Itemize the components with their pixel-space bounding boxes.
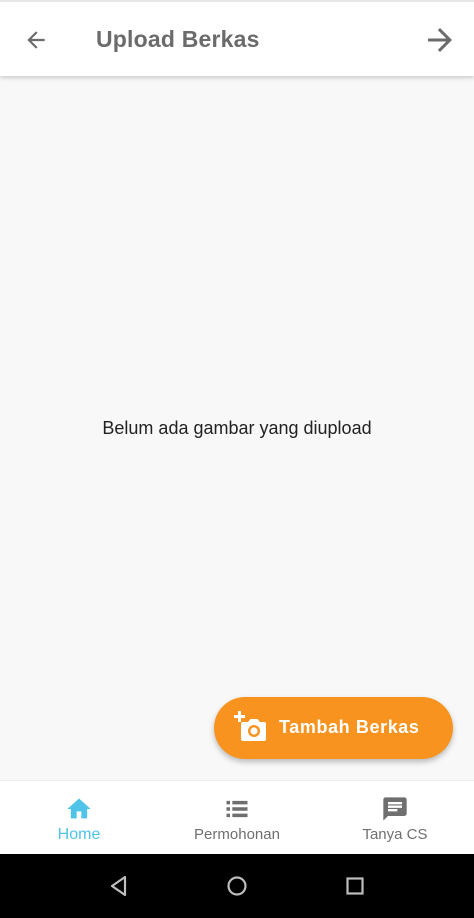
nav-label-tanya-cs: Tanya CS bbox=[362, 826, 428, 843]
next-button[interactable] bbox=[420, 20, 460, 60]
recents-square-icon[interactable] bbox=[342, 873, 368, 899]
add-file-button[interactable]: Tambah Berkas bbox=[214, 697, 453, 759]
upload-content-area: Belum ada gambar yang diupload bbox=[0, 76, 474, 780]
page-title: Upload Berkas bbox=[96, 26, 260, 52]
chat-icon bbox=[383, 797, 407, 821]
home-icon bbox=[67, 798, 91, 819]
app-bar: Upload Berkas bbox=[0, 0, 474, 76]
arrow-left-icon bbox=[27, 31, 45, 49]
add-file-label: Tambah Berkas bbox=[279, 717, 420, 737]
bottom-navigation: Home Permohonan Tanya CS bbox=[0, 780, 474, 854]
back-triangle-icon[interactable] bbox=[106, 873, 132, 899]
list-icon bbox=[226, 800, 248, 818]
empty-state-message: Belum ada gambar yang diupload bbox=[102, 418, 372, 438]
nav-item-home[interactable]: Home bbox=[0, 781, 158, 854]
nav-item-permohonan[interactable]: Permohonan bbox=[158, 781, 316, 854]
arrow-right-icon bbox=[428, 28, 452, 52]
nav-label-home: Home bbox=[57, 826, 101, 843]
nav-label-permohonan: Permohonan bbox=[194, 826, 280, 843]
screen: Upload Berkas Belum ada gambar yang diup… bbox=[0, 0, 474, 918]
add-photo-icon bbox=[234, 711, 266, 741]
back-button[interactable] bbox=[16, 20, 56, 60]
home-circle-icon[interactable] bbox=[224, 873, 250, 899]
system-navigation-bar bbox=[0, 854, 474, 918]
nav-item-tanya-cs[interactable]: Tanya CS bbox=[316, 781, 474, 854]
